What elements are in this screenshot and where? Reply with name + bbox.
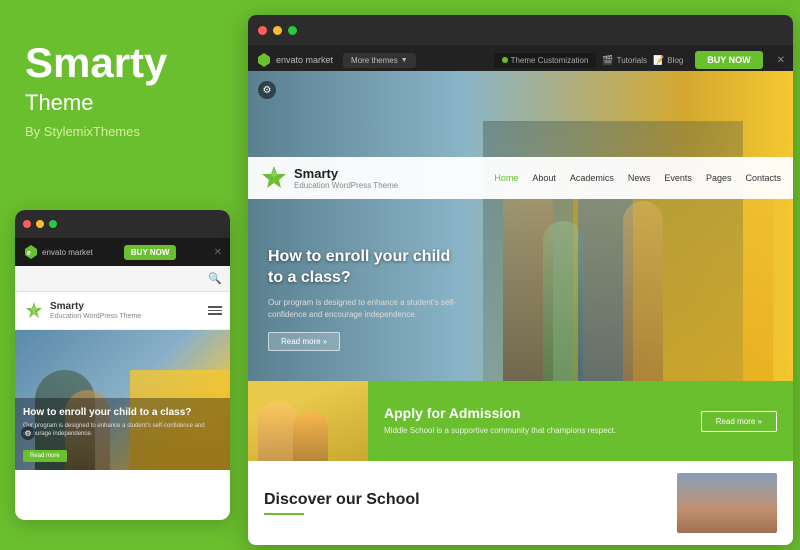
discover-title: Discover our School	[264, 491, 661, 509]
mobile-envato-bar: e envato market BUY NOW ✕	[15, 238, 230, 266]
smarty-name-small: Smarty	[50, 301, 141, 313]
more-themes-button[interactable]: More themes ▼	[343, 53, 416, 68]
mobile-hero: How to enroll your child to a class? Our…	[15, 330, 230, 470]
site-logo: Smarty Education WordPress Theme	[260, 164, 398, 192]
admission-photo	[248, 381, 368, 461]
nav-about[interactable]: About	[532, 173, 556, 183]
discover-underline	[264, 513, 304, 515]
blog-button[interactable]: 📝 Blog	[653, 55, 683, 66]
theme-customization-label: Theme Customization	[494, 53, 597, 68]
buy-now-desktop-button[interactable]: BUY NOW	[695, 51, 762, 69]
admission-text: Apply for Admission Middle School is a s…	[384, 405, 685, 436]
minimize-dot	[36, 220, 44, 228]
site-header: Smarty Education WordPress Theme Home Ab…	[248, 157, 793, 199]
hero-description: Our program is designed to enhance a stu…	[268, 297, 468, 321]
mobile-hero-overlay: How to enroll your child to a class? Our…	[15, 398, 230, 470]
tc-label: Theme Customization	[511, 56, 589, 65]
smarty-sub-small: Education WordPress Theme	[50, 313, 141, 320]
smarty-star-icon-small	[23, 300, 45, 322]
close-icon-desktop[interactable]: ✕	[777, 55, 785, 66]
nav-pages[interactable]: Pages	[706, 173, 732, 183]
more-themes-label: More themes	[351, 56, 398, 65]
site-logo-sub: Education WordPress Theme	[294, 181, 398, 190]
envato-icon: e	[23, 244, 39, 260]
site-navigation: Home About Academics News Events Pages C…	[494, 173, 781, 183]
admission-section: Apply for Admission Middle School is a s…	[248, 381, 793, 461]
gear-icon-mobile[interactable]: ⚙	[21, 426, 35, 440]
nav-home[interactable]: Home	[494, 173, 518, 183]
smarty-logo-small: Smarty Education WordPress Theme	[23, 300, 141, 322]
mobile-titlebar	[15, 210, 230, 238]
theme-title: Smarty	[25, 40, 225, 86]
discover-photo	[677, 473, 777, 533]
mobile-site-header: Smarty Education WordPress Theme	[15, 292, 230, 330]
close-icon-small[interactable]: ✕	[214, 247, 222, 258]
admission-btn-label: Read more »	[716, 417, 762, 426]
desktop-close-dot[interactable]	[258, 26, 267, 35]
nav-contacts[interactable]: Contacts	[745, 173, 781, 183]
admission-title: Apply for Admission	[384, 405, 685, 421]
mobile-preview-card: e envato market BUY NOW ✕ 🔍 Smarty Educa…	[15, 210, 230, 520]
hero-section: Smarty Education WordPress Theme Home Ab…	[248, 71, 793, 381]
nav-events[interactable]: Events	[664, 173, 692, 183]
gear-icon-hero[interactable]: ⚙	[258, 81, 276, 99]
desktop-minimize-dot[interactable]	[273, 26, 282, 35]
hamburger-menu-icon[interactable]	[208, 306, 222, 315]
theme-author: By StylemixThemes	[25, 124, 225, 139]
hero-read-more-btn[interactable]: Read more »	[268, 332, 340, 351]
mobile-hero-title: How to enroll your child to a class?	[23, 406, 222, 419]
envato-market-logo: envato market	[256, 52, 333, 68]
envato-market-label: envato market	[276, 55, 333, 65]
blog-label: Blog	[667, 56, 683, 65]
desktop-titlebar	[248, 15, 793, 45]
buy-now-small[interactable]: BUY NOW	[124, 245, 177, 260]
admission-read-more-btn[interactable]: Read more »	[701, 411, 777, 432]
hero-title: How to enroll your child to a class?	[268, 247, 468, 289]
tutorials-button[interactable]: 🎬 Tutorials	[602, 55, 647, 66]
mobile-read-more-btn[interactable]: Read more	[23, 450, 67, 462]
nav-academics[interactable]: Academics	[570, 173, 614, 183]
maximize-dot	[49, 220, 57, 228]
close-dot	[23, 220, 31, 228]
svg-text:e: e	[27, 250, 31, 257]
theme-subtitle: Theme	[25, 90, 225, 116]
desktop-maximize-dot[interactable]	[288, 26, 297, 35]
admission-content: Apply for Admission Middle School is a s…	[368, 381, 793, 461]
mobile-search-bar: 🔍	[15, 266, 230, 292]
discover-section: Discover our School	[248, 461, 793, 545]
nav-news[interactable]: News	[628, 173, 651, 183]
desktop-preview-card: envato market More themes ▼ Theme Custom…	[248, 15, 793, 545]
envato-label-small: envato market	[42, 248, 93, 257]
discover-text: Discover our School	[264, 491, 661, 515]
tc-dot	[502, 57, 508, 63]
search-icon-small[interactable]: 🔍	[208, 272, 222, 285]
hero-content-overlay: How to enroll your child to a class? Our…	[268, 247, 468, 351]
tutorials-label: Tutorials	[617, 56, 647, 65]
chevron-down-icon: ▼	[401, 57, 408, 64]
envato-market-icon	[256, 52, 272, 68]
envato-logo-small: e envato market	[23, 244, 93, 260]
mobile-hero-description: Our program is designed to enhance a stu…	[23, 423, 222, 439]
admission-photo-bg	[248, 381, 368, 461]
site-logo-icon	[260, 164, 288, 192]
admission-description: Middle School is a supportive community …	[384, 425, 685, 436]
site-logo-name: Smarty	[294, 166, 398, 182]
